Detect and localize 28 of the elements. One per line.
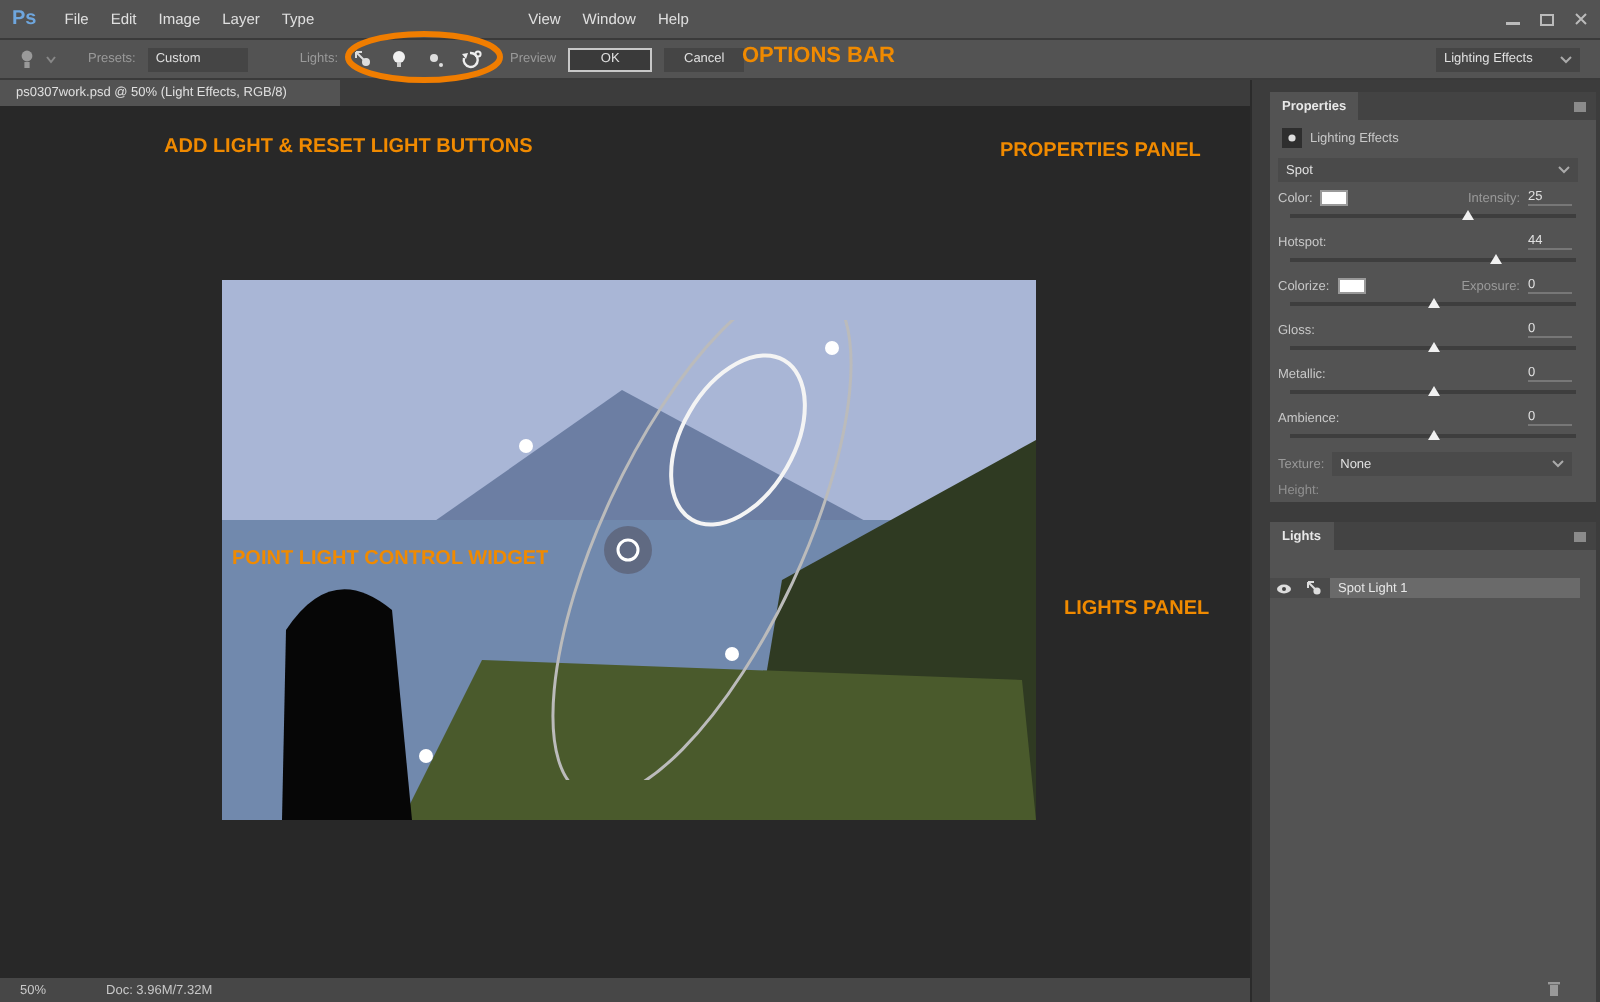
slider-thumb[interactable] bbox=[1489, 254, 1502, 264]
annotation-label: POINT LIGHT CONTROL WIDGET bbox=[232, 548, 549, 570]
annotation-label: PROPERTIES PANEL bbox=[1000, 140, 1201, 162]
annotation-label: ADD LIGHT & RESET LIGHT BUTTONS bbox=[164, 136, 533, 158]
maximize-icon[interactable] bbox=[1540, 13, 1554, 25]
panel-menu-icon[interactable] bbox=[1574, 531, 1586, 541]
slider-thumb[interactable] bbox=[1427, 430, 1439, 440]
panel-menu-icon[interactable] bbox=[1574, 101, 1586, 111]
chevron-icon bbox=[1558, 166, 1570, 174]
app-logo: Ps bbox=[12, 8, 37, 30]
chevron-icon bbox=[1552, 460, 1565, 468]
reset-light-icon[interactable] bbox=[458, 47, 482, 71]
color-swatch[interactable] bbox=[1337, 278, 1366, 294]
annotation-label: OPTIONS BAR bbox=[742, 44, 895, 68]
spot-light-icon bbox=[1306, 580, 1322, 596]
add-spot-light-icon[interactable] bbox=[350, 47, 374, 71]
slider-thumb[interactable] bbox=[1461, 210, 1474, 220]
slider-thumb[interactable] bbox=[1427, 342, 1439, 352]
close-icon[interactable] bbox=[1574, 12, 1588, 26]
color-swatch[interactable] bbox=[1320, 190, 1349, 206]
light-bulb-icon[interactable] bbox=[20, 50, 34, 68]
slider-thumb[interactable] bbox=[1427, 386, 1439, 396]
trash-icon[interactable] bbox=[1548, 980, 1560, 996]
slider-thumb[interactable] bbox=[1427, 298, 1439, 308]
eye-icon[interactable] bbox=[1276, 583, 1292, 593]
lighting-effects-icon bbox=[1282, 128, 1302, 148]
annotation-label: LIGHTS PANEL bbox=[1064, 598, 1210, 620]
chevron-icon bbox=[1560, 55, 1572, 63]
